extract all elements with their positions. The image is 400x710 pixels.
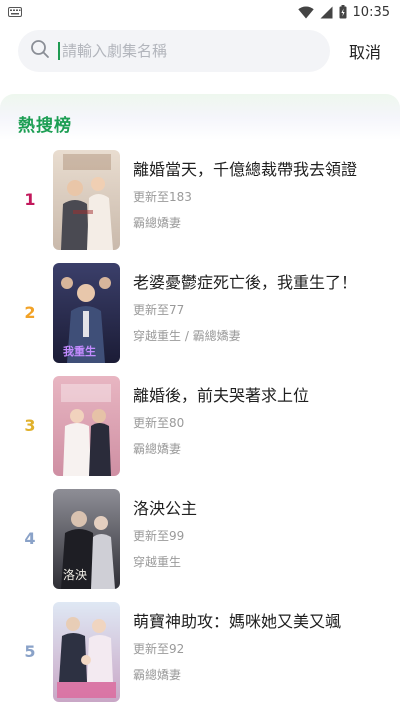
drama-title[interactable]: 洛泱公主 bbox=[133, 495, 197, 519]
status-time: 10:35 bbox=[352, 4, 390, 20]
svg-text:我重生: 我重生 bbox=[63, 344, 96, 358]
status-bar: 10:35 bbox=[0, 0, 400, 24]
list-item[interactable]: 2 我重生 老婆憂鬱症死亡後，我重生了！ 更新至77 穿越重生 / 霸總嬌妻 bbox=[0, 263, 400, 376]
search-input[interactable] bbox=[62, 42, 272, 60]
search-box[interactable] bbox=[18, 30, 330, 72]
poster-image[interactable] bbox=[53, 602, 120, 702]
list-item[interactable]: 3 離婚後，前夫哭著求上位 更新至80 霸總嬌妻 bbox=[0, 376, 400, 489]
hot-search-list: 1 離婚當天，千億總裁帶我去領證 更新至183 霸總嬌妻 2 我重生 老婆憂鬱症… bbox=[0, 150, 400, 710]
poster-image[interactable] bbox=[53, 376, 120, 476]
update-status: 更新至99 bbox=[133, 529, 185, 543]
genre-tags: 霸總嬌妻 bbox=[133, 442, 182, 456]
search-bar: 取消 bbox=[18, 30, 386, 72]
update-status: 更新至80 bbox=[133, 416, 185, 430]
poster-image[interactable] bbox=[53, 150, 120, 250]
rank-number: 1 bbox=[24, 190, 36, 209]
poster-image[interactable]: 我重生 bbox=[53, 263, 120, 363]
drama-title[interactable]: 離婚後，前夫哭著求上位 bbox=[133, 382, 309, 406]
text-cursor bbox=[58, 42, 60, 60]
genre-tags: 霸總嬌妻 bbox=[133, 668, 182, 682]
poster-image[interactable]: 洛泱 bbox=[53, 489, 120, 589]
battery-icon bbox=[339, 5, 347, 19]
update-status: 更新至77 bbox=[133, 303, 185, 317]
wifi-icon bbox=[297, 6, 314, 19]
svg-text:洛泱: 洛泱 bbox=[63, 567, 87, 582]
list-item[interactable]: 4 洛泱 洛泱公主 更新至99 穿越重生 bbox=[0, 489, 400, 602]
rank-number: 3 bbox=[24, 416, 36, 435]
cellular-icon bbox=[320, 6, 333, 19]
list-item[interactable]: 5 萌寶神助攻：媽咪她又美又颯 更新至92 霸總嬌妻 bbox=[0, 602, 400, 710]
search-icon bbox=[30, 39, 50, 63]
genre-tags: 穿越重生 / 霸總嬌妻 bbox=[133, 329, 241, 343]
cancel-button[interactable]: 取消 bbox=[344, 39, 386, 63]
drama-title[interactable]: 老婆憂鬱症死亡後，我重生了！ bbox=[133, 269, 357, 293]
genre-tags: 穿越重生 bbox=[133, 555, 182, 569]
update-status: 更新至183 bbox=[133, 190, 192, 204]
rank-number: 5 bbox=[24, 642, 36, 661]
rank-number: 2 bbox=[24, 303, 36, 322]
hot-search-title: 熱搜榜 bbox=[18, 116, 72, 136]
keyboard-icon bbox=[8, 7, 22, 17]
list-item[interactable]: 1 離婚當天，千億總裁帶我去領證 更新至183 霸總嬌妻 bbox=[0, 150, 400, 263]
update-status: 更新至92 bbox=[133, 642, 185, 656]
hot-search-panel: 熱搜榜 1 離婚當天，千億總裁帶我去領證 更新至183 霸總嬌妻 2 我重生 老… bbox=[0, 94, 400, 710]
drama-title[interactable]: 離婚當天，千億總裁帶我去領證 bbox=[133, 156, 357, 180]
rank-number: 4 bbox=[24, 529, 36, 548]
drama-title[interactable]: 萌寶神助攻：媽咪她又美又颯 bbox=[133, 608, 341, 632]
genre-tags: 霸總嬌妻 bbox=[133, 216, 182, 230]
